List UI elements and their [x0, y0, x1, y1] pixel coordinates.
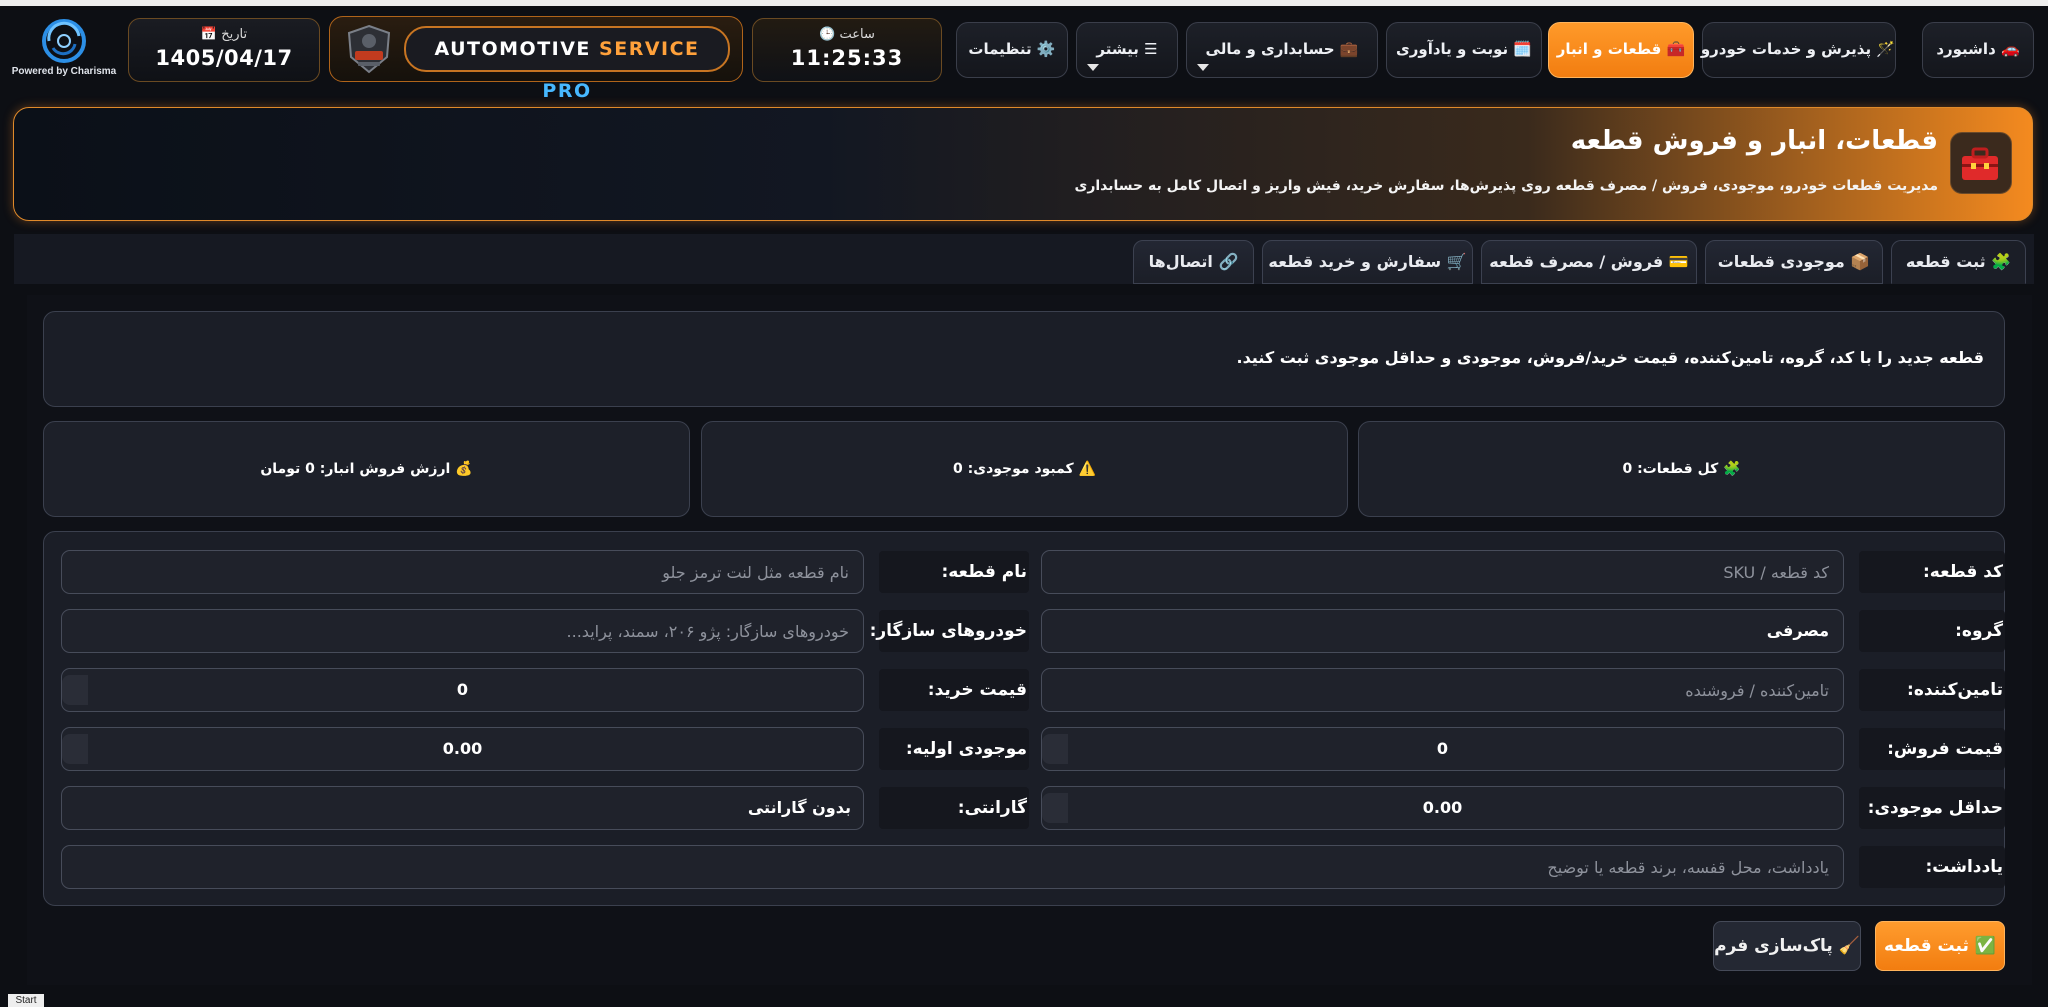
nav-reception-label: 🪄 پذیرش و خدمات خودرو	[1700, 40, 1895, 58]
app-title-part3: PRO	[542, 80, 592, 102]
buy-price-label: قیمت خرید:	[879, 669, 1029, 711]
number-stepper[interactable]	[62, 675, 88, 705]
group-select[interactable]: مصرفی	[1041, 609, 1844, 653]
company-emblem-icon	[347, 24, 391, 74]
app-title-part2: SERVICE	[599, 38, 700, 60]
page-header-banner: قطعات، انبار و فروش قطعه مدیریت قطعات خو…	[13, 107, 2033, 221]
info-text: قطعه جدید را با کد، گروه، تامین‌کننده، ق…	[1236, 348, 1984, 367]
group-selected-value: مصرفی	[1766, 621, 1829, 640]
date-label: 📅 تاریخ	[200, 27, 248, 42]
nav-dashboard-label: 🚗 داشبورد	[1936, 40, 2020, 58]
clock-widget: 🕒 ساعت 11:25:33	[752, 18, 942, 82]
nav-appointments-button[interactable]: 🗓️ نوبت و یادآوری	[1386, 22, 1542, 78]
vehicles-label: خودروهای سازگار:	[870, 610, 1029, 652]
nav-settings-label: ⚙️ تنظیمات	[968, 40, 1056, 58]
brand: Powered by Charisma	[8, 18, 120, 90]
chevron-down-icon	[1197, 64, 1209, 71]
nav-accounting-label: 💼 حسابداری و مالی	[1205, 40, 1359, 58]
date-value: 1405/04/17	[155, 46, 293, 70]
notes-label: یادداشت:	[1859, 846, 2005, 888]
tab-connections[interactable]: 🔗 اتصال‌ها	[1133, 240, 1254, 284]
name-label: نام قطعه:	[879, 551, 1029, 593]
supplier-label: تامین‌کننده:	[1859, 669, 2005, 711]
tab-parts-inventory[interactable]: 📦 موجودی قطعات	[1705, 240, 1883, 284]
sell-price-value: 0	[1436, 739, 1449, 758]
initial-stock-label: موجودی اولیه:	[879, 728, 1029, 770]
submit-part-button[interactable]: ✅ ثبت قطعه	[1875, 921, 2005, 971]
number-stepper[interactable]	[62, 734, 88, 764]
top-bar: Powered by Charisma 📅 تاریخ 1405/04/17 A…	[0, 6, 2048, 102]
clock-value: 11:25:33	[790, 46, 904, 70]
clear-form-button[interactable]: 🧹 پاک‌سازی فرم	[1713, 921, 1861, 971]
date-widget: 📅 تاریخ 1405/04/17	[128, 18, 320, 82]
nav-settings-button[interactable]: ⚙️ تنظیمات	[956, 22, 1068, 78]
min-stock-value: 0.00	[1422, 798, 1463, 817]
nav-more-label: ☰ بیشتر	[1096, 40, 1158, 58]
chevron-down-icon	[1087, 64, 1099, 71]
clock-label: 🕒 ساعت	[819, 27, 875, 42]
initial-stock-value: 0.00	[442, 739, 483, 758]
notes-input[interactable]	[61, 845, 1844, 889]
supplier-input[interactable]	[1041, 668, 1844, 712]
nav-accounting-button[interactable]: 💼 حسابداری و مالی	[1186, 22, 1378, 78]
stat-low-stock: ⚠️ کمبود موجودی: 0	[701, 421, 1348, 517]
buy-price-input[interactable]: 0	[61, 668, 864, 712]
min-stock-label: حداقل موجودی:	[1859, 787, 2005, 829]
tab-register-part[interactable]: 🧩 ثبت قطعه	[1891, 240, 2026, 284]
tab-order-purchase[interactable]: 🛒 سفارش و خرید قطعه	[1262, 240, 1473, 284]
group-label: گروه:	[1859, 610, 2005, 652]
info-card: قطعه جدید را با کد، گروه، تامین‌کننده، ق…	[43, 311, 2005, 407]
taskbar-start-button[interactable]: Start	[8, 994, 44, 1007]
initial-stock-input[interactable]: 0.00	[61, 727, 864, 771]
stat-stock-value: 💰 ارزش فروش انبار: 0 تومان	[43, 421, 690, 517]
tab-sales-consumption[interactable]: 💳 فروش / مصرف قطعه	[1481, 240, 1697, 284]
number-stepper[interactable]	[1042, 734, 1068, 764]
nav-dashboard-button[interactable]: 🚗 داشبورد	[1922, 22, 2034, 78]
charisma-logo-icon	[42, 19, 86, 63]
nav-more-button[interactable]: ☰ بیشتر	[1076, 22, 1178, 78]
compatible-vehicles-input[interactable]	[61, 609, 864, 653]
warranty-label: گارانتی:	[879, 787, 1029, 829]
powered-by-text: Powered by Charisma	[11, 66, 117, 77]
page-title: قطعات، انبار و فروش قطعه	[1570, 126, 1938, 156]
sell-price-input[interactable]: 0	[1041, 727, 1844, 771]
warranty-select[interactable]: بدون گارانتی	[61, 786, 864, 830]
nav-reception-button[interactable]: 🪄 پذیرش و خدمات خودرو	[1700, 22, 1896, 78]
nav-parts-button[interactable]: 🧰 قطعات و انبار	[1548, 22, 1694, 78]
sell-price-label: قیمت فروش:	[1859, 728, 2005, 770]
min-stock-input[interactable]: 0.00	[1041, 786, 1844, 830]
number-stepper[interactable]	[1042, 793, 1068, 823]
app-title-box: AUTOMOTIVE SERVICE PRO	[329, 16, 743, 102]
page-subtitle: مدیریت قطعات خودرو، موجودی، فروش / مصرف …	[1074, 178, 1938, 194]
toolbox-icon	[1950, 132, 2012, 194]
part-code-input[interactable]	[1041, 550, 1844, 594]
part-name-input[interactable]	[61, 550, 864, 594]
buy-price-value: 0	[456, 680, 469, 699]
stat-total-parts: 🧩 کل قطعات: 0	[1358, 421, 2005, 517]
code-label: کد قطعه:	[1859, 551, 2005, 593]
warranty-selected-value: بدون گارانتی	[747, 798, 851, 817]
app-title-part1: AUTOMOTIVE	[434, 38, 600, 60]
app-title: AUTOMOTIVE SERVICE PRO	[404, 26, 730, 102]
nav-parts-label: 🧰 قطعات و انبار	[1556, 40, 1686, 58]
nav-appointments-label: 🗓️ نوبت و یادآوری	[1395, 40, 1533, 58]
